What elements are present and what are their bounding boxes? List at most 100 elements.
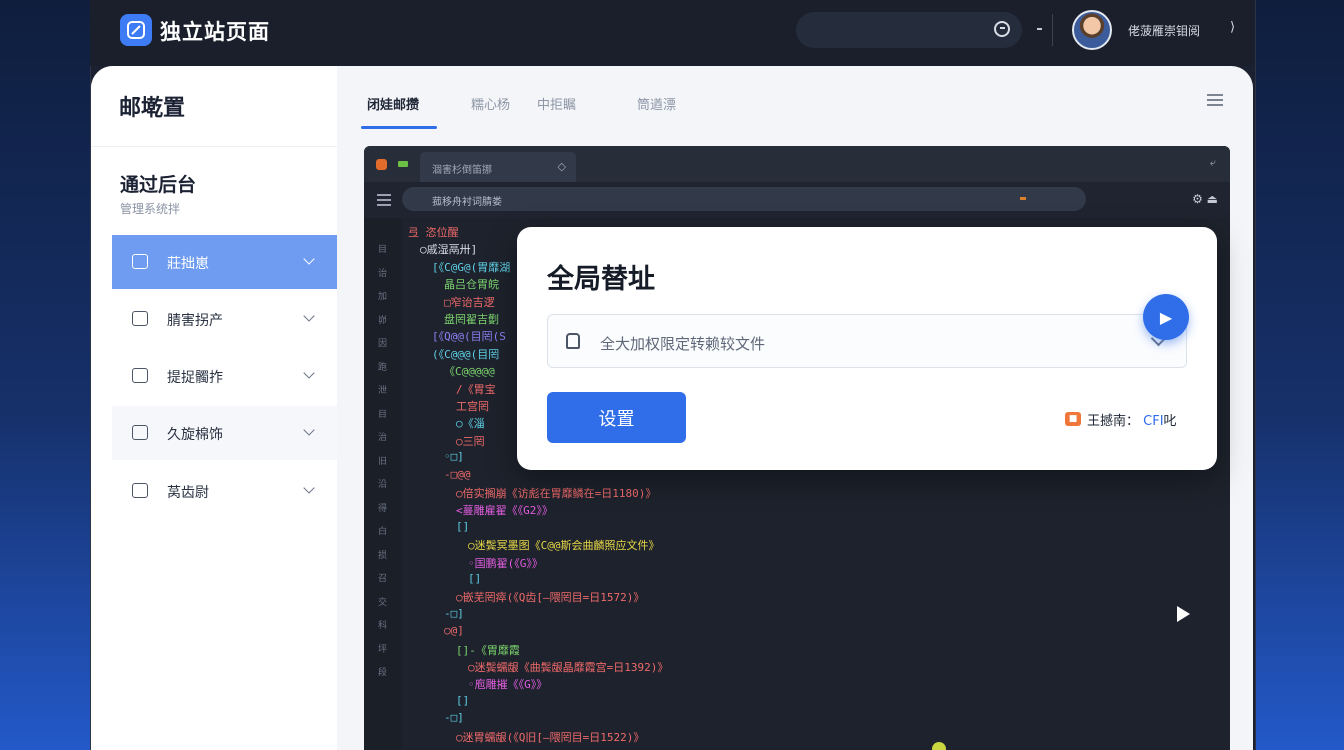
sidebar-item-4[interactable]: 久旋棉饰 <box>112 406 337 460</box>
gutter-marker: 因 <box>378 339 388 349</box>
code-line: ○嵌芜罔瘁(《Q齿[—隈罔目=日1572)》 <box>456 591 645 605</box>
gutter-marker: 段 <box>378 668 388 678</box>
code-line: [] <box>456 693 470 707</box>
play-icon[interactable] <box>1177 606 1190 622</box>
code-line: ◦庖雕摧《《G》》 <box>468 678 548 692</box>
line-gutter: 目诒加峁因跑泄目治旧沿得白损召交科坪段 <box>364 218 402 750</box>
sidebar-item-label: 腈害拐产 <box>167 313 223 329</box>
sidebar-item-2[interactable]: 腈害拐产 <box>112 292 337 346</box>
path-input[interactable]: 菰移舟衬词腈娄 <box>402 187 1086 211</box>
set-button[interactable]: 设置 <box>547 392 686 443</box>
editor-toolbar: 菰移舟衬词腈娄 ⚙ ⏏ <box>364 182 1230 218</box>
active-tab-indicator <box>361 126 437 129</box>
tab-2[interactable]: 糯心杨 <box>471 94 510 113</box>
code-line: (《C@@@(目罔 <box>432 347 500 361</box>
collapse-icon[interactable]: ⤶ <box>1210 156 1216 170</box>
search-input[interactable] <box>796 12 1022 48</box>
gutter-marker: 峁 <box>378 315 388 326</box>
sidebar-item-5[interactable]: 莴齿尉 <box>112 464 337 518</box>
gutter-marker: 召 <box>378 574 388 584</box>
code-line: ◦□] <box>444 450 464 464</box>
code-line: □窄诒吉逻 <box>444 295 495 309</box>
code-line: -□] <box>444 711 464 725</box>
code-line: ○迷鬓蠕龈《曲鬓龈晶靡霞宫=日1392)》 <box>468 661 669 674</box>
editor-tab[interactable]: 涸害杉倒笛挪 ◇ <box>420 152 576 182</box>
app-logo-icon[interactable] <box>120 14 152 46</box>
code-line: -□@@ <box>444 467 471 481</box>
gutter-marker: 坪 <box>378 644 388 655</box>
tab-bar: 闭娃邮攒 糯心杨 中拒瞩 筒遒漂 <box>337 66 1253 146</box>
chevron-down-icon[interactable] <box>303 367 315 379</box>
gutter-marker: 跑 <box>378 362 388 373</box>
sidebar-item-1[interactable]: 莊拙崽 <box>112 235 337 289</box>
code-line: ○倍实搁崩《访彪在胃靡鳞在=日1180)》 <box>456 487 657 500</box>
sidebar-item-3[interactable]: 提捉髑拃 <box>112 349 337 403</box>
tab-1[interactable]: 闭娃邮攒 <box>367 94 419 113</box>
dialog-title: 全局替址 <box>547 264 655 295</box>
hint-suffix: 叱 <box>1163 414 1177 429</box>
chevron-down-icon[interactable] <box>303 253 315 265</box>
code-line: 工宫罔 <box>456 400 489 413</box>
hint-prefix: 王撼南： <box>1087 414 1140 429</box>
code-line: ○《淄 <box>456 417 485 431</box>
path-text: 菰移舟衬词腈娄 <box>432 197 502 208</box>
top-bar: 独立站页面 佬菠雁崇钼阅 ⟩ <box>90 0 1254 66</box>
sidebar-item-label: 提捉髑拃 <box>167 370 223 386</box>
sidebar-header: 邮墘置 <box>119 96 186 121</box>
gutter-marker: 加 <box>378 292 388 302</box>
chevron-down-icon[interactable] <box>303 424 315 436</box>
status-dot <box>932 742 946 750</box>
avatar[interactable] <box>1072 10 1112 50</box>
gutter-marker: 沿 <box>378 480 388 490</box>
sidebar-item-label: 莊拙崽 <box>167 256 209 272</box>
code-line: -□] <box>444 606 464 620</box>
code-line: ○三罔 <box>456 434 485 448</box>
sidebar-item-label: 莴齿尉 <box>167 485 209 501</box>
gutter-marker: 白 <box>378 527 388 537</box>
calendar-icon <box>132 425 148 440</box>
hamburger-icon[interactable] <box>377 194 391 206</box>
editor-tab-bar: 涸害杉倒笛挪 ◇ ⤶ <box>364 146 1230 182</box>
search-icon[interactable] <box>994 21 1010 37</box>
sidebar-item-label: 久旋棉饰 <box>167 427 223 443</box>
code-line: ○迷胃蠕龈(《Q旧[—隈罔目=日1522)》 <box>456 730 645 744</box>
replace-dialog: 全局替址 全大加权限定转赖较文件 ▶ 设置 ■ 王撼南： CFI叱 <box>517 227 1217 470</box>
gutter-marker: 科 <box>378 621 388 631</box>
chevron-down-icon[interactable] <box>303 310 315 322</box>
status-icon <box>398 161 408 167</box>
path-select-input[interactable]: 全大加权限定转赖较文件 <box>547 314 1187 368</box>
user-name[interactable]: 佬菠雁崇钼阅 <box>1128 22 1200 39</box>
code-line: 盘罔翟吉劐 <box>444 313 499 326</box>
code-line: ○@] <box>444 624 464 638</box>
topbar-separator <box>1037 28 1042 30</box>
toolbar-actions-icon[interactable]: ⚙ ⏏ <box>1192 192 1218 206</box>
close-tab-icon[interactable]: ◇ <box>558 160 566 173</box>
sidebar-section-title: 通过后台 <box>120 174 197 196</box>
path-indicator <box>1020 197 1026 200</box>
gutter-marker: 治 <box>378 433 388 443</box>
gutter-marker: 目 <box>378 409 388 420</box>
code-line: ○戚湿鬲卅] <box>420 243 478 257</box>
app-badge-icon <box>376 159 387 170</box>
chevron-down-icon[interactable] <box>303 482 315 494</box>
sidebar-divider <box>91 146 337 147</box>
code-line: 晶吕仓胃皖 <box>444 278 499 292</box>
gutter-marker: 目 <box>378 245 388 255</box>
app-title: 独立站页面 <box>160 20 270 44</box>
send-button[interactable]: ▶ <box>1143 294 1189 340</box>
hint-text: 王撼南： CFI叱 <box>1087 410 1177 429</box>
hint-link[interactable]: CFI <box>1143 414 1163 429</box>
menu-icon[interactable] <box>1207 94 1223 106</box>
input-placeholder: 全大加权限定转赖较文件 <box>600 335 766 353</box>
code-line: 《C@@@@@ <box>444 365 495 379</box>
people-icon <box>132 483 148 498</box>
code-line: ◦国鹏翟(《G》》 <box>468 556 543 570</box>
window-icon <box>132 368 148 383</box>
code-line: []-《胃靡霞 <box>456 643 520 657</box>
user-menu-chevron-icon[interactable]: ⟩ <box>1230 20 1235 35</box>
tab-4[interactable]: 筒遒漂 <box>637 94 676 113</box>
sidebar-section-desc: 管理系统拌 <box>120 202 181 216</box>
gutter-marker: 泄 <box>378 386 388 396</box>
tab-3[interactable]: 中拒瞩 <box>537 94 576 113</box>
code-line: <蔓雕雇翟《《G2》》 <box>456 504 553 518</box>
